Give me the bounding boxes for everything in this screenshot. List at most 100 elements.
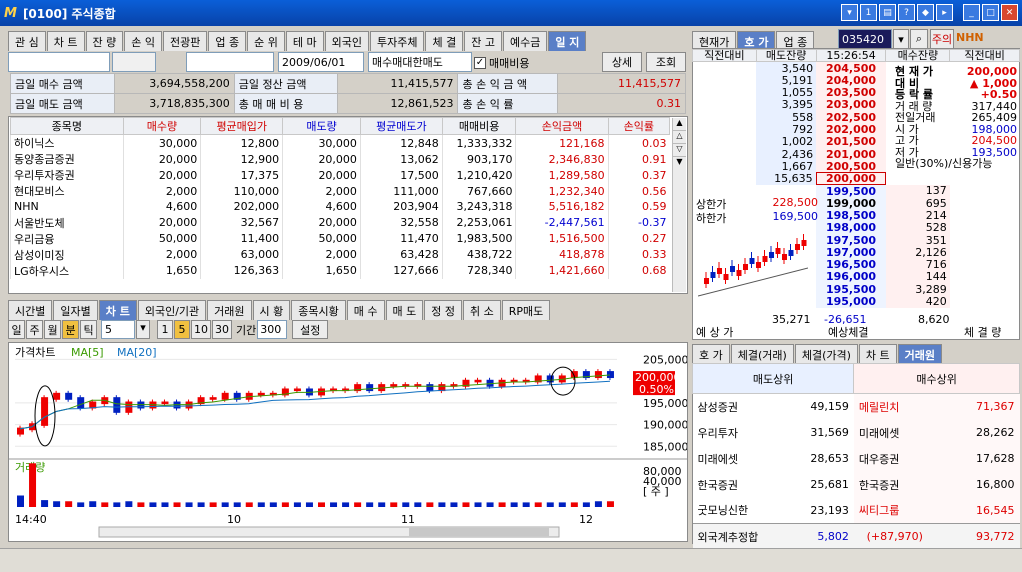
scroll-down-icon[interactable]: ▽ [673, 144, 686, 157]
period-button[interactable]: 주 [26, 320, 43, 339]
search-icon[interactable]: ⌕ [910, 29, 928, 49]
code-field[interactable]: 035420 [838, 29, 892, 49]
ask-price: 202,500 [816, 110, 886, 124]
table-row[interactable]: 서울반도체 20,000 32,567 20,000 32,558 2,253,061 -2… [10, 214, 670, 231]
holdings-header[interactable]: 손익률 [607, 117, 671, 135]
holdings-header[interactable]: 평균매입가 [200, 117, 284, 135]
table-row[interactable]: 하이닉스 30,000 12,800 30,000 12,848 1,333,332 121… [10, 134, 670, 151]
tab-13[interactable]: 일 지 [548, 31, 587, 51]
broker-cell: 23,193 [810, 503, 849, 517]
price-chart[interactable]: 가격차트 MA[5] MA[20] 205,000 195,000 190,000 185,… [9, 343, 689, 541]
date-field[interactable]: 2009/06/01 [278, 52, 364, 72]
broker-row[interactable]: 삼성증권 49,159 메릴린치 71,367 [693, 393, 1020, 420]
broker-tab-1[interactable]: 체결(거래) [730, 344, 794, 364]
tab-11[interactable]: 잔 고 [464, 31, 502, 51]
minute-button[interactable]: 30 [212, 320, 232, 339]
chart-tab-11[interactable]: RP매도 [501, 300, 551, 320]
broker-row[interactable]: 미래에셋 28,653 대우증권 17,628 [693, 445, 1020, 472]
table-row[interactable]: 삼성이미징 2,000 63,000 2,000 63,428 438,722 418,87… [10, 246, 670, 263]
expected-exec-label: 예상체결 [828, 326, 869, 339]
broker-tab-3[interactable]: 차 트 [858, 344, 897, 364]
table-row[interactable]: 우리투자증권 20,000 17,375 20,000 17,500 1,210,420 1… [10, 167, 670, 183]
limit-label: 상한가 [696, 198, 727, 211]
holdings-header[interactable]: 매수량 [122, 117, 202, 135]
broker-row[interactable]: 우리투자 31,569 미래에셋 28,262 [693, 419, 1020, 446]
chart-tab-6[interactable]: 종목시황 [291, 300, 346, 320]
minute-button[interactable]: 10 [191, 320, 211, 339]
code-dropdown-icon[interactable]: ▾ [893, 29, 909, 49]
minute-button[interactable]: 5 [174, 320, 190, 339]
broker-tab-0[interactable]: 호 가 [692, 344, 730, 364]
table-row[interactable]: LG하우시스 1,650 126,363 1,650 127,666 728,340 1,4… [10, 262, 670, 279]
tab-3[interactable]: 손 익 [124, 31, 162, 51]
broker-tab-4[interactable]: 거래원 [897, 344, 943, 364]
trade-type-select[interactable]: 매수매대한매도 [368, 52, 472, 72]
scroll-up-icon[interactable]: △ [673, 131, 686, 144]
settings-button[interactable]: 설정 [292, 320, 329, 339]
period-input[interactable]: 300 [257, 320, 288, 339]
chart-tab-9[interactable]: 정 정 [424, 300, 462, 320]
scroll-bottom-icon[interactable]: ▼ [673, 157, 686, 170]
chart-tab-7[interactable]: 매 수 [346, 300, 385, 320]
table-row[interactable]: 현대모비스 2,000 110,000 2,000 111,000 767,660 1,23… [10, 183, 670, 199]
ask-row[interactable]: 15,635 200,000 [693, 171, 1020, 186]
chart-scroll-thumb [409, 528, 549, 536]
tab-10[interactable]: 체 결 [425, 31, 464, 51]
holdings-header[interactable]: 평균매도가 [359, 117, 443, 135]
broker-row[interactable]: 굿모닝신한 23,193 씨티그룹 16,545 [693, 497, 1020, 524]
chart-tab-8[interactable]: 매 도 [385, 300, 424, 320]
table-row[interactable]: 동양종금증권 20,000 12,900 20,000 13,062 903,170 2,3… [10, 151, 670, 167]
tab-2[interactable]: 잔 량 [85, 31, 124, 51]
period-button[interactable]: 틱 [80, 320, 97, 339]
tab-1[interactable]: 차 트 [46, 31, 85, 51]
close-icon[interactable]: ✕ [1001, 4, 1018, 21]
print-icon[interactable]: ▤ [879, 4, 896, 21]
password-field[interactable] [186, 52, 274, 72]
fee-checkbox-group[interactable]: ✓ 매매비용 [474, 55, 529, 71]
tab-5[interactable]: 업 종 [208, 31, 247, 51]
tab-0[interactable]: 관 심 [8, 31, 46, 51]
interval-dropdown-icon[interactable]: ▾ [136, 320, 150, 339]
period-button[interactable]: 분 [62, 320, 79, 339]
query-button[interactable]: 조회 [646, 52, 686, 72]
chart-tab-5[interactable]: 시 황 [252, 300, 291, 320]
maximize-icon[interactable]: □ [982, 4, 999, 21]
tab-4[interactable]: 전광판 [163, 31, 208, 51]
chart-tab-1[interactable]: 일자별 [53, 300, 98, 320]
tab-8[interactable]: 외국인 [324, 31, 369, 51]
interval-select[interactable]: 5 [101, 320, 135, 339]
holdings-header[interactable]: 종목명 [10, 117, 124, 135]
chart-tab-0[interactable]: 시간별 [8, 300, 53, 320]
tab-9[interactable]: 투자주체 [370, 31, 425, 51]
tab-6[interactable]: 순 위 [247, 31, 285, 51]
chart-tab-10[interactable]: 취 소 [463, 300, 501, 320]
scroll-top-icon[interactable]: ▲ [673, 118, 686, 131]
period-button[interactable]: 월 [44, 320, 61, 339]
holdings-header[interactable]: 손익금액 [515, 117, 609, 135]
account-field[interactable] [8, 52, 110, 72]
chart-tab-4[interactable]: 거래원 [207, 300, 252, 320]
table-row[interactable]: 우리금융 50,000 11,400 50,000 11,470 1,983,500 1,5… [10, 230, 670, 247]
pin-icon[interactable]: ▸ [936, 4, 953, 21]
tool-icon[interactable]: ◆ [917, 4, 934, 21]
broker-tab-2[interactable]: 체결(가격) [794, 344, 858, 364]
one-icon[interactable]: 1 [860, 4, 877, 21]
chart-tab-2[interactable]: 차 트 [98, 300, 137, 320]
holdings-scrollbar[interactable]: ▲ △ ▽ ▼ [672, 118, 686, 292]
minimize-icon[interactable]: _ [963, 4, 980, 21]
chart-tab-3[interactable]: 외국인/기관 [137, 300, 207, 320]
tab-12[interactable]: 예수금 [502, 31, 548, 51]
warn-button[interactable]: 주의 [930, 29, 954, 49]
help-icon[interactable]: ? [898, 4, 915, 21]
filter-icon[interactable]: ▾ [841, 4, 858, 21]
holdings-header[interactable]: 매매비용 [441, 117, 517, 135]
detail-button[interactable]: 상세 [602, 52, 642, 72]
holdings-header[interactable]: 매도량 [282, 117, 361, 135]
account-suffix[interactable] [112, 52, 156, 72]
period-button[interactable]: 일 [8, 320, 25, 339]
tab-7[interactable]: 테 마 [285, 31, 324, 51]
table-row[interactable]: NHN 4,600 202,000 4,600 203,904 3,243,318 5,51… [10, 199, 670, 215]
fee-checkbox[interactable]: ✓ [474, 57, 486, 69]
minute-button[interactable]: 1 [157, 320, 173, 339]
broker-row[interactable]: 한국증권 25,681 한국증권 16,800 [693, 471, 1020, 498]
